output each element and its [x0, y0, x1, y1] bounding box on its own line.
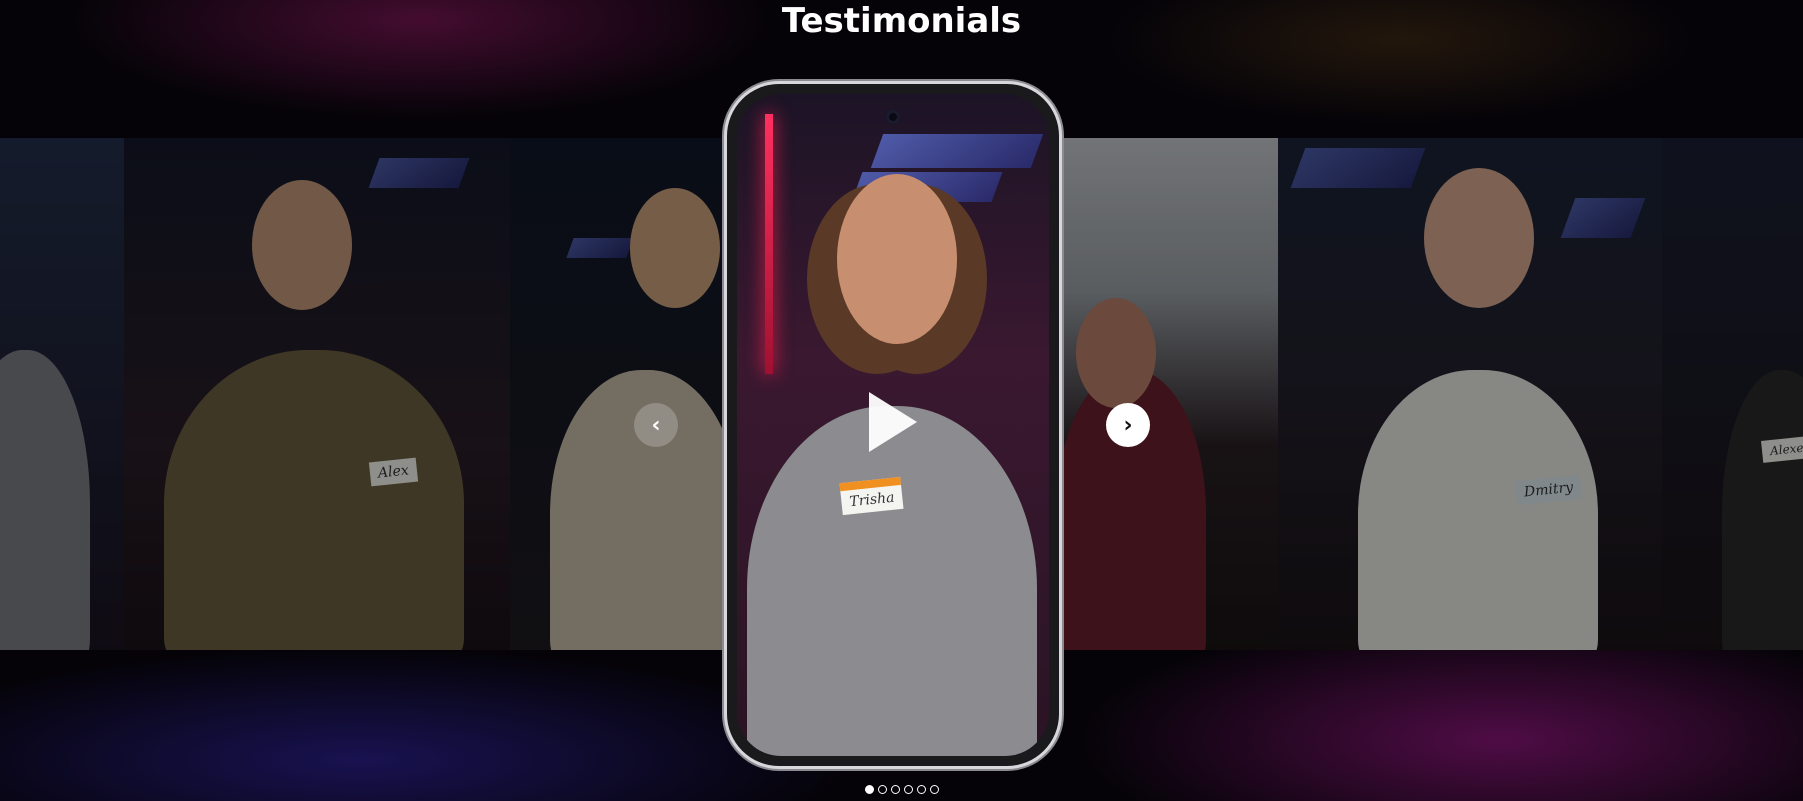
testimonial-card[interactable]: Alex [124, 138, 510, 650]
next-slide-button[interactable]: › [1106, 403, 1150, 447]
front-camera [886, 110, 900, 124]
testimonial-card[interactable] [0, 138, 124, 650]
testimonial-card[interactable]: Dmitry [1278, 138, 1662, 650]
chevron-right-icon: › [1123, 412, 1133, 438]
pagination-dot[interactable] [916, 785, 926, 794]
prev-slide-button[interactable]: ‹ [634, 403, 678, 447]
carousel-pagination [0, 785, 1803, 794]
person-head [837, 174, 957, 344]
play-icon[interactable] [869, 392, 917, 452]
pagination-dot[interactable] [864, 785, 874, 794]
chevron-left-icon: ‹ [651, 412, 661, 438]
testimonial-card[interactable] [510, 138, 730, 650]
testimonial-card[interactable]: Alexey [1662, 138, 1803, 650]
pagination-dot[interactable] [929, 785, 939, 794]
pagination-dot[interactable] [890, 785, 900, 794]
neon-light [765, 114, 773, 374]
pagination-dot[interactable] [903, 785, 913, 794]
section-title: Testimonials [781, 1, 1022, 41]
name-tag: Trisha [839, 476, 904, 516]
testimonial-card[interactable] [1056, 138, 1278, 650]
person-figure [747, 406, 1037, 756]
pagination-dot[interactable] [877, 785, 887, 794]
